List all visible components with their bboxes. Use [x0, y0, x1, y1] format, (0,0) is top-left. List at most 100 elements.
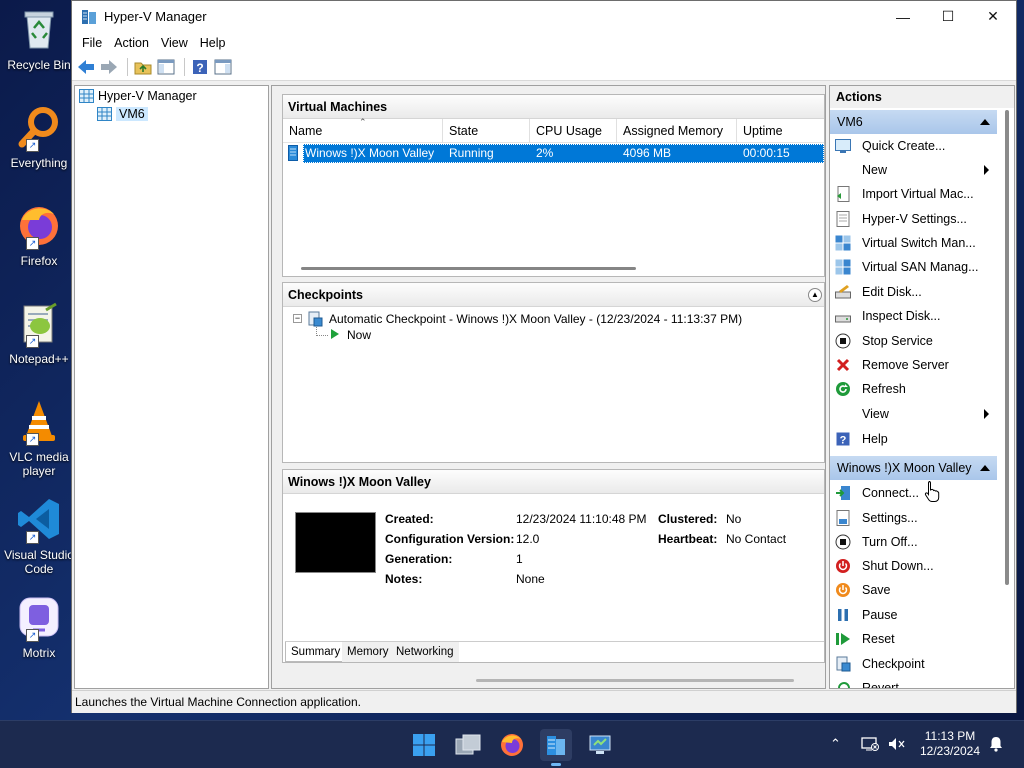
detail-value-heartbeat: No Contact: [726, 532, 787, 546]
hyperv-manager-icon[interactable]: [540, 729, 572, 766]
maximize-icon: ☐: [941, 8, 955, 24]
desktop-icon-everything[interactable]: ↗ Everything: [0, 104, 78, 170]
desktop-icon-label: Recycle Bin: [7, 58, 71, 72]
desktop-icon-vscode[interactable]: ↗ Visual Studio Code: [0, 496, 78, 576]
action-virtual-san-manager[interactable]: Virtual SAN Manag...: [830, 255, 997, 279]
action-hyperv-settings[interactable]: Hyper-V Settings...: [830, 207, 997, 231]
menu-action[interactable]: Action: [108, 32, 155, 54]
action-refresh[interactable]: Refresh: [830, 377, 997, 401]
center-horizontal-scrollbar[interactable]: [476, 679, 794, 682]
tree-item-server[interactable]: VM6: [97, 105, 148, 123]
minimize-button[interactable]: —: [880, 1, 926, 32]
action-reset[interactable]: Reset: [830, 627, 997, 651]
table-row[interactable]: Winows !)X Moon Valley Running 2% 4096 M…: [283, 144, 824, 163]
checkpoints-panel: Checkpoints ▲ − Automatic Checkpoint - W…: [282, 282, 825, 463]
network-icon[interactable]: [861, 737, 879, 754]
actions-section-vm[interactable]: Winows !)X Moon Valley: [830, 456, 997, 480]
submenu-arrow-icon: [984, 409, 989, 419]
volume-muted-icon[interactable]: [888, 737, 906, 754]
action-remove-server[interactable]: Remove Server: [830, 353, 997, 377]
clock[interactable]: 11:13 PM 12/23/2024: [918, 729, 982, 759]
status-bar: Launches the Virtual Machine Connection …: [72, 690, 1016, 713]
checkpoint-item[interactable]: Automatic Checkpoint - Winows !)X Moon V…: [329, 312, 742, 326]
shortcut-arrow-icon: ↗: [26, 433, 39, 446]
tree-item-hyperv-manager[interactable]: Hyper-V Manager: [79, 87, 197, 105]
action-edit-disk[interactable]: Edit Disk...: [830, 280, 997, 304]
action-virtual-switch-manager[interactable]: Virtual Switch Man...: [830, 231, 997, 255]
maximize-button[interactable]: ☐: [925, 1, 971, 32]
checkpoint-icon: [835, 656, 851, 672]
column-header-name[interactable]: Name ⌃: [283, 117, 443, 143]
vm-thumbnail[interactable]: [295, 512, 376, 573]
show-hide-console-tree-icon[interactable]: [156, 57, 176, 77]
vm-name-cell: Winows !)X Moon Valley: [305, 146, 435, 160]
tab-memory[interactable]: Memory: [342, 642, 394, 662]
action-inspect-disk[interactable]: Inspect Disk...: [830, 304, 997, 328]
desktop-icon-notepad-plus-plus[interactable]: ↗ Notepad++: [0, 300, 78, 366]
detail-label-config-version: Configuration Version:: [385, 532, 515, 546]
desktop-icon-motrix[interactable]: ↗ Motrix: [0, 594, 78, 660]
menu-file[interactable]: File: [76, 32, 108, 54]
tab-networking[interactable]: Networking: [391, 642, 459, 662]
help-icon[interactable]: ?: [190, 57, 210, 77]
action-settings[interactable]: Settings...: [830, 506, 997, 530]
tree-collapse-icon[interactable]: −: [293, 314, 302, 323]
show-hidden-icons-icon[interactable]: ⌃: [830, 736, 841, 752]
action-checkpoint[interactable]: Checkpoint: [830, 652, 997, 676]
firefox-icon[interactable]: [496, 729, 528, 761]
actions-vertical-scrollbar[interactable]: [1005, 110, 1009, 585]
virtual-switch-icon: [835, 235, 851, 251]
column-header-state[interactable]: State: [443, 119, 530, 143]
menu-help[interactable]: Help: [194, 32, 232, 54]
vm-memory-cell: 4096 MB: [623, 146, 672, 160]
quick-create-icon: [835, 138, 851, 154]
action-help[interactable]: ? Help: [830, 427, 997, 451]
up-folder-icon[interactable]: [133, 57, 153, 77]
virtual-san-icon: [835, 259, 851, 275]
action-shut-down[interactable]: Shut Down...: [830, 554, 997, 578]
desktop-icon-label: Visual Studio Code: [4, 548, 74, 576]
collapse-caret-icon: [980, 465, 990, 471]
desktop-icon-recycle-bin[interactable]: Recycle Bin: [0, 6, 78, 72]
actions-section-server[interactable]: VM6: [830, 110, 997, 134]
action-view[interactable]: View: [830, 402, 997, 426]
hyperv-settings-icon: [835, 211, 851, 227]
toolbar: ?: [72, 54, 1016, 81]
action-stop-service[interactable]: Stop Service: [830, 329, 997, 353]
shortcut-arrow-icon: ↗: [26, 139, 39, 152]
close-button[interactable]: ✕: [970, 1, 1016, 32]
desktop-icon-firefox[interactable]: ↗ Firefox: [0, 202, 78, 268]
forward-icon[interactable]: [99, 57, 119, 77]
column-header-cpu-usage[interactable]: CPU Usage: [530, 119, 617, 143]
action-import-virtual-machine[interactable]: Import Virtual Mac...: [830, 182, 997, 206]
action-save[interactable]: Save: [830, 578, 997, 602]
minimize-icon: —: [896, 8, 910, 25]
start-icon[interactable]: [408, 729, 440, 761]
vm-connect-icon[interactable]: [584, 729, 616, 761]
back-icon[interactable]: [76, 57, 96, 77]
show-hide-action-pane-icon[interactable]: [213, 57, 233, 77]
actions-title: Actions: [830, 86, 1014, 108]
horizontal-scrollbar[interactable]: [301, 267, 636, 270]
desktop-icon-label: Notepad++: [9, 352, 69, 366]
task-view-icon[interactable]: [452, 729, 484, 761]
desktop-icon-vlc[interactable]: ↗ VLC media player: [0, 398, 78, 478]
action-revert[interactable]: Revert...: [830, 676, 997, 688]
notification-bell-icon[interactable]: [989, 736, 1003, 755]
svg-text:?: ?: [840, 435, 847, 447]
action-connect[interactable]: Connect...: [830, 481, 997, 505]
checkpoint-now-item[interactable]: Now: [347, 328, 371, 342]
column-header-assigned-memory[interactable]: Assigned Memory: [617, 119, 737, 143]
action-new[interactable]: New: [830, 158, 997, 182]
column-header-uptime[interactable]: Uptime: [737, 119, 825, 143]
action-turn-off[interactable]: Turn Off...: [830, 530, 997, 554]
detail-label-notes: Notes:: [385, 572, 423, 586]
action-quick-create[interactable]: Quick Create...: [830, 134, 997, 158]
menu-view[interactable]: View: [155, 32, 194, 54]
remove-server-icon: [835, 357, 851, 373]
server-icon: [97, 107, 112, 121]
collapse-icon[interactable]: ▲: [808, 288, 822, 302]
title-bar[interactable]: Hyper-V Manager — ☐ ✕: [72, 1, 1016, 32]
tab-summary[interactable]: Summary: [285, 642, 347, 662]
action-pause[interactable]: Pause: [830, 603, 997, 627]
